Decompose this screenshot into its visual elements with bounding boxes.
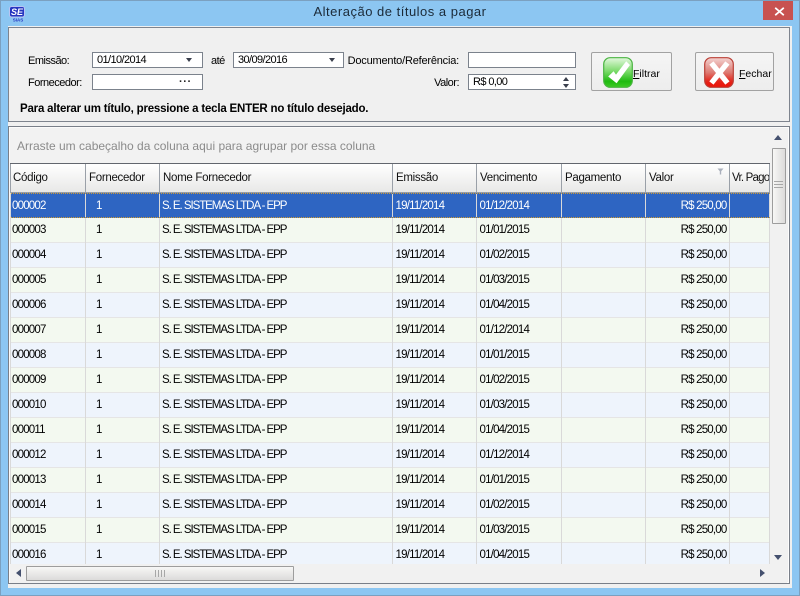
svg-text:SIAS: SIAS	[13, 18, 24, 23]
svg-text:SE: SE	[11, 7, 24, 17]
